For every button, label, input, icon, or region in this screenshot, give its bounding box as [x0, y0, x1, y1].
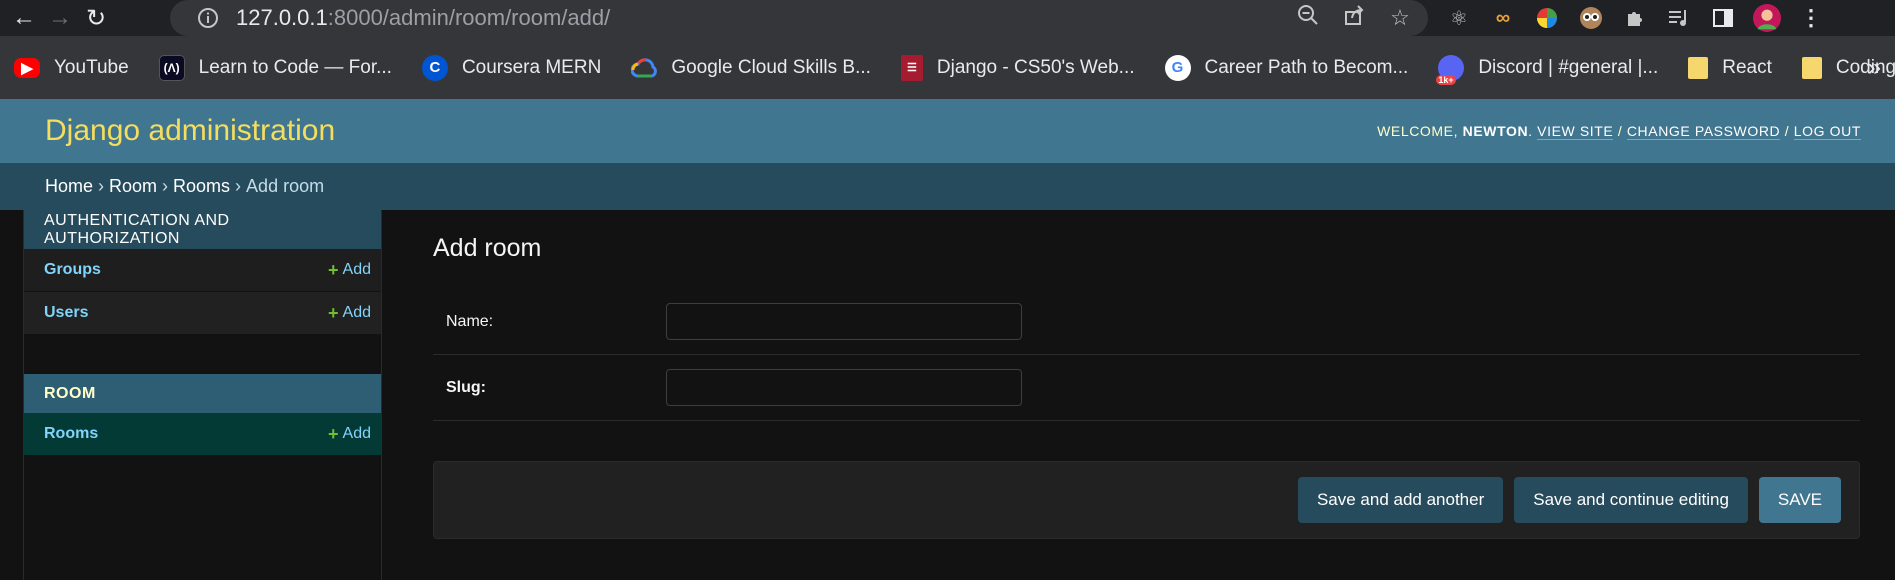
bookmark-youtube[interactable]: ▶ YouTube [14, 57, 129, 79]
change-password-link[interactable]: CHANGE PASSWORD [1626, 123, 1781, 140]
folder-icon [1688, 56, 1709, 79]
bookmark-cs50-django[interactable]: ☰ Django - CS50's Web... [900, 54, 1135, 81]
url-path: :8000/admin/room/room/add/ [327, 5, 611, 30]
add-user-link[interactable]: + Add [328, 303, 371, 324]
users-link[interactable]: Users [44, 304, 88, 322]
view-site-link[interactable]: VIEW SITE [1537, 123, 1614, 140]
log-out-link[interactable]: LOG OUT [1793, 123, 1861, 140]
sidebar-toggle[interactable] [0, 210, 24, 580]
site-branding[interactable]: Django administration [45, 114, 335, 148]
save-and-add-another-button[interactable]: Save and add another [1297, 477, 1504, 523]
form-row-slug: Slug: [433, 355, 1860, 421]
nav-sidebar: AUTHENTICATION AND AUTHORIZATION Groups … [24, 210, 382, 580]
module-caption-room[interactable]: ROOM [24, 374, 381, 413]
bookmark-folder-coding[interactable]: Coding [1801, 56, 1895, 79]
bookmark-label: Coursera MERN [461, 56, 602, 78]
browser-toolbar: ← → ↻ 127.0.0.1:8000/admin/room/room/add… [0, 0, 1895, 36]
bookmark-coursera[interactable]: C Coursera MERN [421, 54, 602, 81]
url-host: 127.0.0.1 [236, 5, 328, 30]
content-main: Add room Name: Slug: Save and add anothe… [382, 210, 1895, 580]
breadcrumb-app[interactable]: Room [109, 176, 157, 197]
slug-label: Slug: [446, 378, 486, 396]
bookmark-star-icon[interactable]: ☆ [1386, 5, 1414, 31]
bookmark-label: React [1722, 56, 1772, 78]
discord-icon: 1k+ [1436, 54, 1465, 85]
sidebar-item-users: Users + Add [24, 292, 381, 335]
owl-extension-icon[interactable] [1577, 4, 1605, 32]
bookmark-career-path[interactable]: G Career Path to Becom... [1164, 54, 1409, 81]
google-cloud-icon [631, 55, 658, 81]
bookmark-label: YouTube [54, 56, 129, 78]
add-label: Add [342, 304, 371, 321]
welcome-text: WELCOME, [1377, 123, 1459, 139]
browser-menu-icon[interactable]: ⋮ [1797, 4, 1825, 32]
bookmarks-bar: ▶ YouTube (Λ) Learn to Code — For... C C… [0, 36, 1895, 99]
user-tools: WELCOME, NEWTON. VIEW SITE / CHANGE PASS… [1377, 123, 1861, 140]
name-field[interactable] [666, 303, 1022, 340]
forward-icon[interactable]: → [42, 0, 78, 36]
form-row-name: Name: [433, 289, 1860, 355]
share-icon[interactable] [1340, 4, 1368, 32]
react-devtools-icon[interactable]: ⚛ [1445, 4, 1473, 32]
harvard-icon: ☰ [900, 54, 923, 81]
groups-link[interactable]: Groups [44, 261, 101, 279]
add-plus-icon: + [328, 423, 339, 444]
submit-row: Save and add another Save and continue e… [433, 461, 1860, 539]
bookmark-label: Django - CS50's Web... [936, 56, 1135, 78]
infinity-extension-icon[interactable]: ∞ [1489, 4, 1517, 32]
username: NEWTON [1462, 123, 1529, 139]
main-area: AUTHENTICATION AND AUTHORIZATION Groups … [0, 210, 1895, 580]
save-button[interactable]: SAVE [1758, 477, 1841, 523]
sidebar-item-rooms: Rooms + Add [24, 413, 381, 456]
reload-icon[interactable]: ↻ [78, 0, 114, 36]
add-plus-icon: + [328, 259, 339, 280]
zoom-icon[interactable] [1294, 4, 1322, 32]
breadcrumb-model[interactable]: Rooms [173, 176, 230, 197]
bookmark-label: Coding [1835, 56, 1895, 78]
bookmark-discord[interactable]: 1k+ Discord | #general |... [1436, 54, 1659, 85]
save-and-continue-button[interactable]: Save and continue editing [1514, 477, 1748, 523]
add-label: Add [342, 261, 371, 278]
bookmark-folder-react[interactable]: React [1688, 56, 1772, 79]
color-picker-icon[interactable] [1533, 4, 1561, 32]
extensions-puzzle-icon[interactable] [1621, 4, 1649, 32]
url-text[interactable]: 127.0.0.1:8000/admin/room/room/add/ [236, 5, 610, 31]
bookmark-label: Career Path to Becom... [1204, 56, 1409, 78]
rooms-link[interactable]: Rooms [44, 425, 98, 443]
breadcrumb-current: Add room [246, 176, 325, 196]
slug-field[interactable] [666, 369, 1022, 406]
bookmark-label: Google Cloud Skills B... [671, 56, 871, 78]
name-label: Name: [446, 312, 494, 330]
back-icon[interactable]: ← [6, 0, 42, 36]
module-caption-auth[interactable]: AUTHENTICATION AND AUTHORIZATION [24, 210, 381, 249]
bookmark-google-cloud[interactable]: Google Cloud Skills B... [631, 55, 871, 81]
more-bookmarks-icon[interactable]: » [1868, 54, 1881, 82]
bookmark-label: Learn to Code — For... [198, 56, 392, 78]
breadcrumb: Home › Room › Rooms › Add room [0, 163, 1895, 210]
add-label: Add [342, 425, 371, 442]
coursera-icon: C [421, 54, 448, 81]
add-group-link[interactable]: + Add [328, 260, 371, 281]
sidebar-item-groups: Groups + Add [24, 249, 381, 292]
add-room-link[interactable]: + Add [328, 424, 371, 445]
youtube-icon: ▶ [14, 57, 40, 78]
profile-avatar-icon[interactable] [1753, 4, 1781, 32]
site-info-icon[interactable] [188, 7, 228, 29]
google-g-icon: G [1164, 54, 1191, 81]
add-plus-icon: + [328, 302, 339, 323]
discord-badge: 1k+ [1436, 74, 1456, 85]
page-title: Add room [433, 234, 542, 262]
admin-header: Django administration WELCOME, NEWTON. V… [0, 99, 1895, 163]
breadcrumb-home[interactable]: Home [45, 176, 93, 197]
address-bar[interactable]: 127.0.0.1:8000/admin/room/room/add/ ☆ [170, 0, 1428, 36]
side-panel-icon[interactable] [1709, 4, 1737, 32]
freecodecamp-icon: (Λ) [158, 54, 185, 81]
media-playlist-icon[interactable] [1665, 4, 1693, 32]
bookmark-label: Discord | #general |... [1478, 56, 1659, 78]
bookmark-freecodecamp[interactable]: (Λ) Learn to Code — For... [158, 54, 392, 81]
folder-icon [1801, 56, 1822, 79]
